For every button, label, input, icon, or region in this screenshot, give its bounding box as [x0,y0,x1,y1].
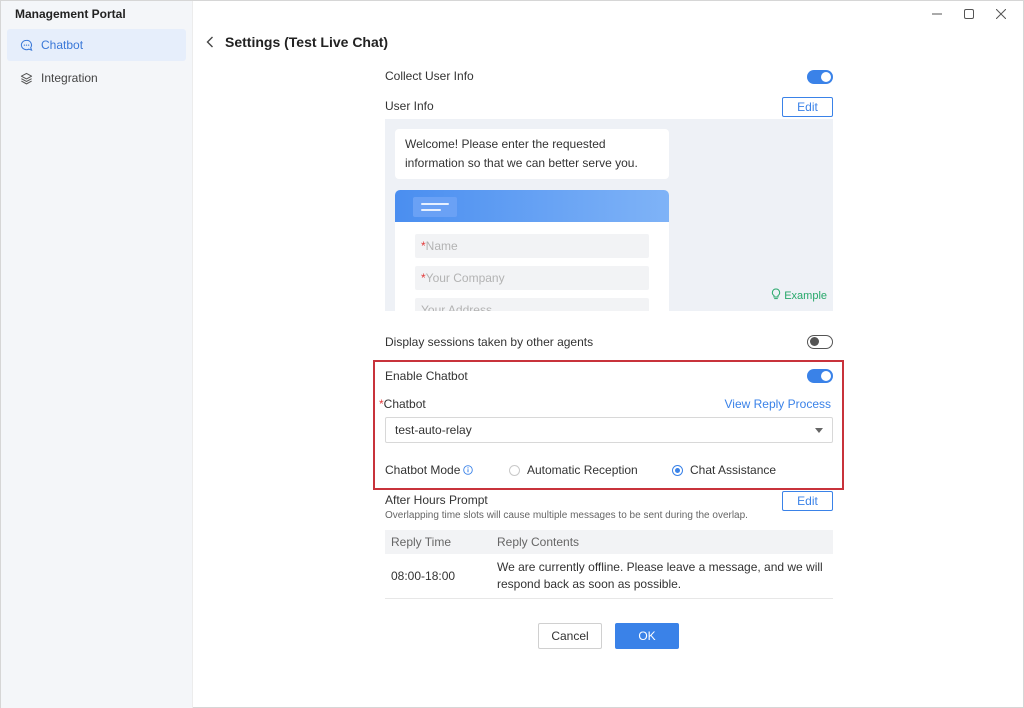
chat-bubble-icon [19,38,33,52]
sidebar-item-chatbot[interactable]: Chatbot [7,29,186,61]
chatbot-mode-label: Chatbot Mode [385,463,474,477]
cancel-button[interactable]: Cancel [538,623,602,649]
sidebar-item-integration[interactable]: Integration [7,62,186,94]
radio-circle [509,464,520,476]
user-info-preview: Welcome! Please enter the requested info… [385,119,833,311]
window-controls [923,5,1015,23]
sidebar: Management Portal Chatbot Integration [1,1,193,708]
close-icon[interactable] [987,5,1015,23]
preview-form-card: * Name * Your Company Your Address [395,190,669,311]
chatbot-label: *Chatbot [379,397,426,411]
chatbot-select[interactable]: test-auto-relay [385,417,833,443]
enable-chatbot-label: Enable Chatbot [385,369,468,383]
app-window: Management Portal Chatbot Integration Se… [0,0,1024,708]
example-label[interactable]: Example [771,288,827,303]
lightbulb-icon [771,288,781,303]
page-header: Settings (Test Live Chat) [203,33,388,51]
reply-contents-cell: We are currently offline. Please leave a… [497,560,823,591]
column-header-reply-contents: Reply Contents [497,534,580,549]
radio-automatic-reception[interactable]: Automatic Reception [509,463,638,477]
maximize-icon[interactable] [955,5,983,23]
minimize-icon[interactable] [923,5,951,23]
user-info-label: User Info [385,99,434,113]
preview-header-chip [413,197,457,217]
sidebar-item-label: Integration [41,71,98,85]
welcome-message: Welcome! Please enter the requested info… [395,129,669,179]
reply-time-cell: 08:00-18:00 [391,569,456,583]
enable-chatbot-toggle[interactable] [807,369,833,383]
layers-icon [19,71,33,85]
after-hours-table: Reply Time Reply Contents 08:00-18:00 We… [385,530,833,599]
app-title: Management Portal [15,7,126,21]
preview-field-name: * Name [415,234,649,258]
preview-field-address: Your Address [415,298,649,311]
preview-form-header [395,190,669,222]
after-hours-edit-button[interactable]: Edit [782,491,833,511]
table-header: Reply Time Reply Contents [385,530,833,554]
preview-field-company: * Your Company [415,266,649,290]
ok-button[interactable]: OK [615,623,679,649]
info-icon[interactable] [463,465,474,475]
collect-user-info-label: Collect User Info [385,69,474,83]
sidebar-item-label: Chatbot [41,38,84,52]
user-info-edit-button[interactable]: Edit [782,97,833,117]
caret-down-icon [815,428,823,433]
table-row: 08:00-18:00 We are currently offline. Pl… [385,554,833,599]
column-header-reply-time: Reply Time [391,535,452,549]
after-hours-hint: Overlapping time slots will cause multip… [385,510,748,521]
radio-circle [672,464,683,476]
radio-chat-assistance[interactable]: Chat Assistance [672,463,776,477]
collect-user-info-toggle[interactable] [807,70,833,84]
chevron-left-icon[interactable] [203,33,217,51]
view-reply-process-link[interactable]: View Reply Process [725,397,832,411]
page-title: Settings (Test Live Chat) [225,34,389,50]
display-sessions-toggle[interactable] [807,335,833,349]
after-hours-label: After Hours Prompt [385,493,488,507]
chatbot-select-value: test-auto-relay [395,423,472,437]
display-sessions-label: Display sessions taken by other agents [385,335,594,349]
